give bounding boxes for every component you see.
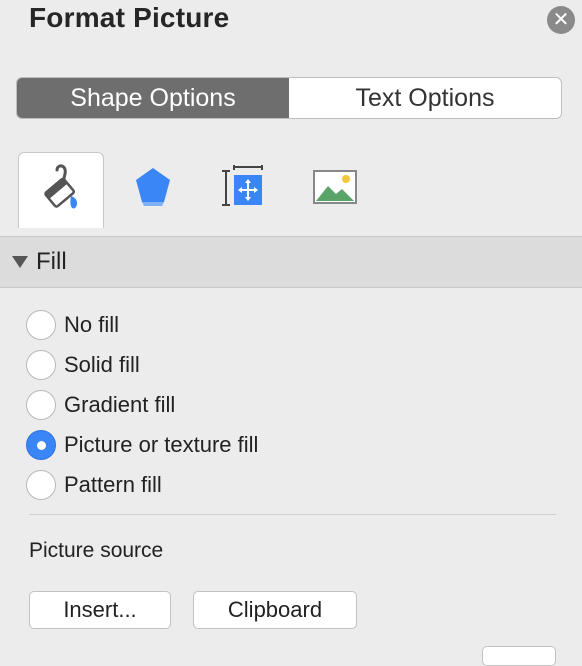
options-segmented-control: Shape Options Text Options — [16, 77, 562, 119]
tab-effects[interactable] — [110, 152, 196, 226]
fill-option-picture-texture-fill[interactable]: Picture or texture fill — [26, 425, 258, 465]
radio-button-checked[interactable] — [26, 430, 56, 460]
radio-label: Gradient fill — [64, 392, 176, 417]
panel-title: Format Picture — [29, 2, 230, 33]
fill-section-label: Fill — [36, 248, 67, 275]
tab-shape-options[interactable]: Shape Options — [17, 78, 289, 118]
fill-option-gradient-fill[interactable]: Gradient fill — [26, 385, 258, 425]
radio-label: Pattern fill — [64, 472, 162, 497]
fill-option-no-fill[interactable]: No fill — [26, 305, 258, 345]
clipboard-button[interactable]: Clipboard — [193, 591, 357, 629]
disclosure-triangle-icon — [12, 256, 28, 268]
effects-pentagon-icon — [133, 165, 173, 214]
fill-option-pattern-fill[interactable]: Pattern fill — [26, 465, 258, 505]
radio-button[interactable] — [26, 350, 56, 380]
radio-label: No fill — [64, 312, 120, 337]
size-properties-icon — [220, 164, 266, 214]
radio-button[interactable] — [26, 470, 56, 500]
tab-picture[interactable] — [292, 152, 378, 226]
fill-section-header[interactable]: Fill — [0, 236, 582, 288]
fill-options: No fill Solid fill Gradient fill Picture… — [26, 305, 258, 505]
fill-option-solid-fill[interactable]: Solid fill — [26, 345, 258, 385]
radio-label: Picture or texture fill — [64, 432, 259, 457]
tab-text-options[interactable]: Text Options — [289, 78, 561, 118]
picture-icon — [312, 168, 358, 211]
radio-button[interactable] — [26, 390, 56, 420]
insert-button[interactable]: Insert... — [29, 591, 171, 629]
partially-visible-button[interactable] — [482, 646, 556, 666]
tab-fill-line[interactable] — [18, 152, 104, 228]
section-divider — [29, 514, 556, 515]
icon-tab-bar — [0, 150, 582, 228]
close-icon[interactable]: ✕ — [547, 6, 575, 34]
radio-button[interactable] — [26, 310, 56, 340]
tab-size-properties[interactable] — [200, 152, 286, 226]
fill-line-icon — [35, 162, 87, 219]
picture-source-label: Picture source — [29, 539, 164, 562]
radio-label: Solid fill — [64, 352, 140, 377]
